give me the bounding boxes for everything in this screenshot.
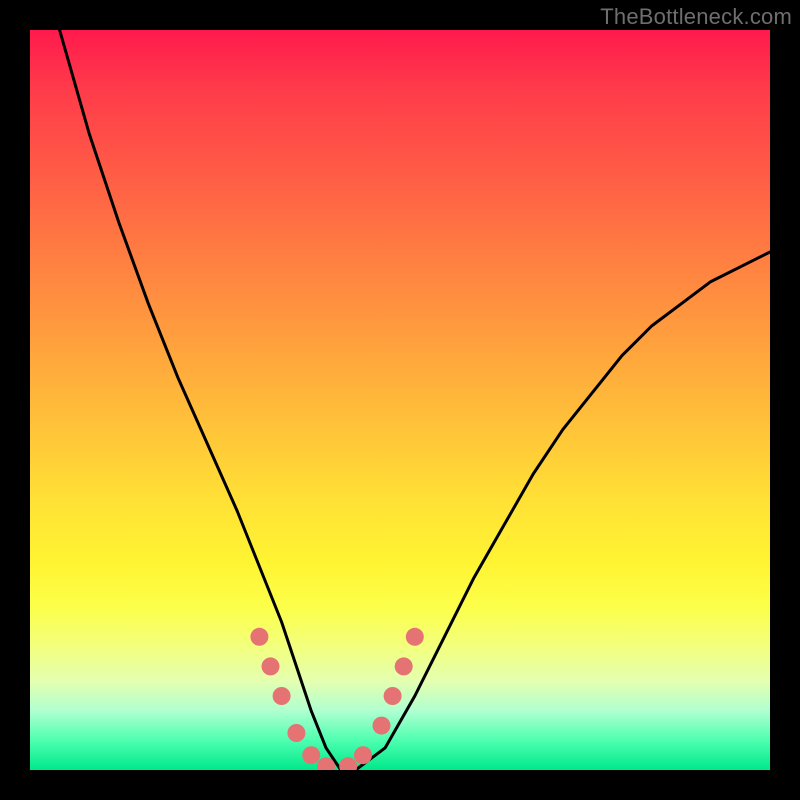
chart-plot-area xyxy=(30,30,770,770)
chart-frame: TheBottleneck.com xyxy=(0,0,800,800)
curve-marker xyxy=(406,628,424,646)
curve-marker xyxy=(273,687,291,705)
curve-marker xyxy=(287,724,305,742)
chart-svg xyxy=(30,30,770,770)
curve-marker xyxy=(250,628,268,646)
bottleneck-curve xyxy=(60,30,770,770)
curve-marker xyxy=(395,657,413,675)
curve-marker xyxy=(302,746,320,764)
curve-marker xyxy=(384,687,402,705)
bottleneck-curve-path xyxy=(60,30,770,770)
curve-marker xyxy=(339,757,357,770)
curve-marker xyxy=(354,746,372,764)
curve-marker xyxy=(262,657,280,675)
watermark-text: TheBottleneck.com xyxy=(600,4,792,30)
curve-marker xyxy=(373,717,391,735)
curve-markers xyxy=(250,628,423,770)
